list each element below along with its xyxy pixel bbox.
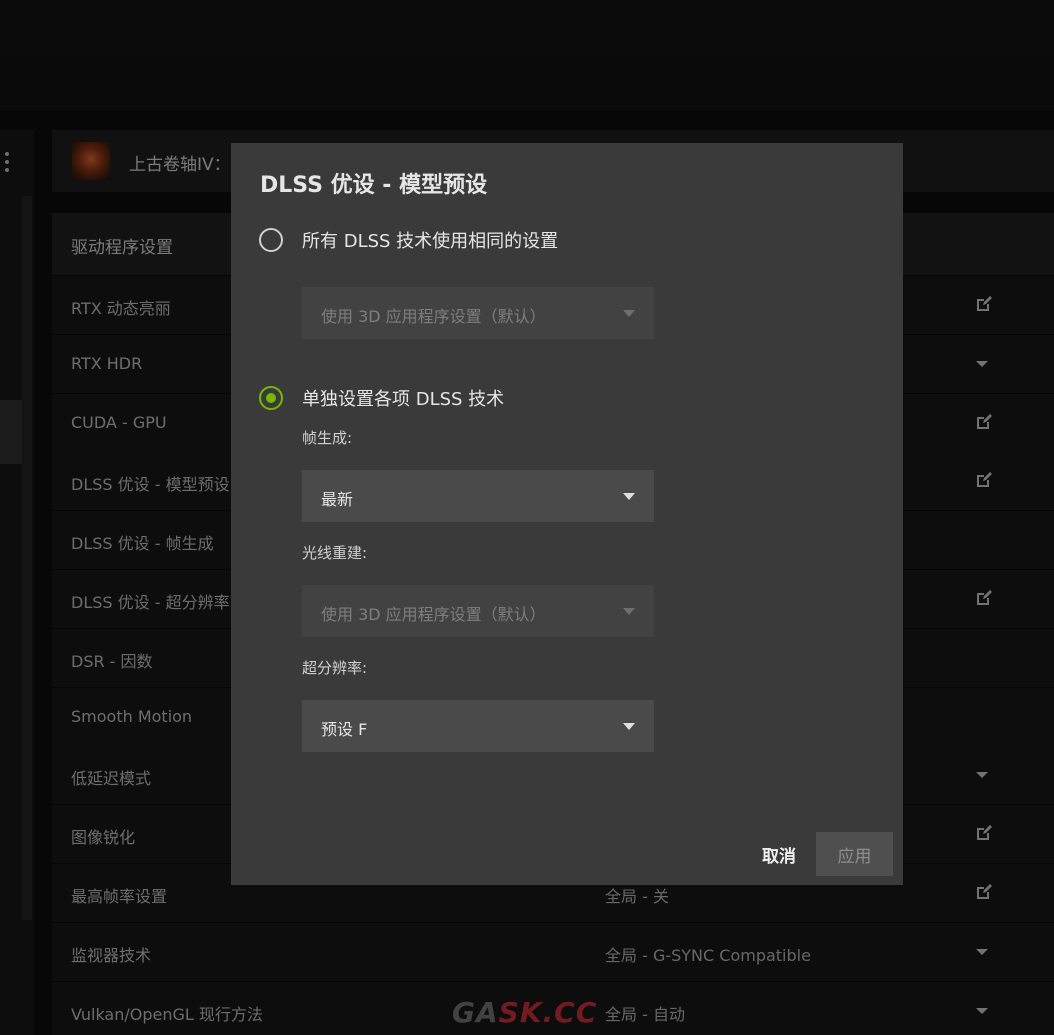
chevron-down-icon	[623, 608, 635, 615]
apply-button[interactable]: 应用	[816, 832, 893, 876]
radio-all-dlss-same-label[interactable]: 所有 DLSS 技术使用相同的设置	[302, 227, 558, 253]
super-resolution-select[interactable]: 预设 F	[302, 700, 654, 752]
chevron-down-icon	[623, 723, 635, 730]
chevron-down-icon	[623, 493, 635, 500]
super-resolution-label: 超分辨率:	[302, 659, 368, 677]
frame-generation-value: 最新	[321, 490, 354, 509]
all-dlss-select: 使用 3D 应用程序设置（默认）	[302, 287, 654, 339]
cancel-button[interactable]: 取消	[736, 832, 822, 876]
dialog-title: DLSS 优设 - 模型预设	[260, 173, 488, 198]
frame-generation-label: 帧生成:	[302, 429, 353, 447]
watermark-part2: SK.CC	[498, 996, 598, 1029]
all-dlss-select-value: 使用 3D 应用程序设置（默认）	[321, 307, 546, 326]
radio-individual-dlss-label[interactable]: 单独设置各项 DLSS 技术	[302, 385, 504, 411]
super-resolution-value: 预设 F	[321, 720, 368, 739]
chevron-down-icon	[623, 310, 635, 317]
radio-individual-dlss[interactable]	[259, 386, 283, 410]
dlss-model-preset-dialog: DLSS 优设 - 模型预设 所有 DLSS 技术使用相同的设置 使用 3D 应…	[231, 143, 903, 885]
watermark: GASK.CC	[452, 996, 597, 1029]
frame-generation-select[interactable]: 最新	[302, 470, 654, 522]
ray-reconstruction-value: 使用 3D 应用程序设置（默认）	[321, 605, 546, 624]
watermark-part1: GA	[452, 996, 499, 1029]
radio-all-dlss-same[interactable]	[259, 228, 283, 252]
ray-reconstruction-label: 光线重建:	[302, 544, 368, 562]
ray-reconstruction-select: 使用 3D 应用程序设置（默认）	[302, 585, 654, 637]
